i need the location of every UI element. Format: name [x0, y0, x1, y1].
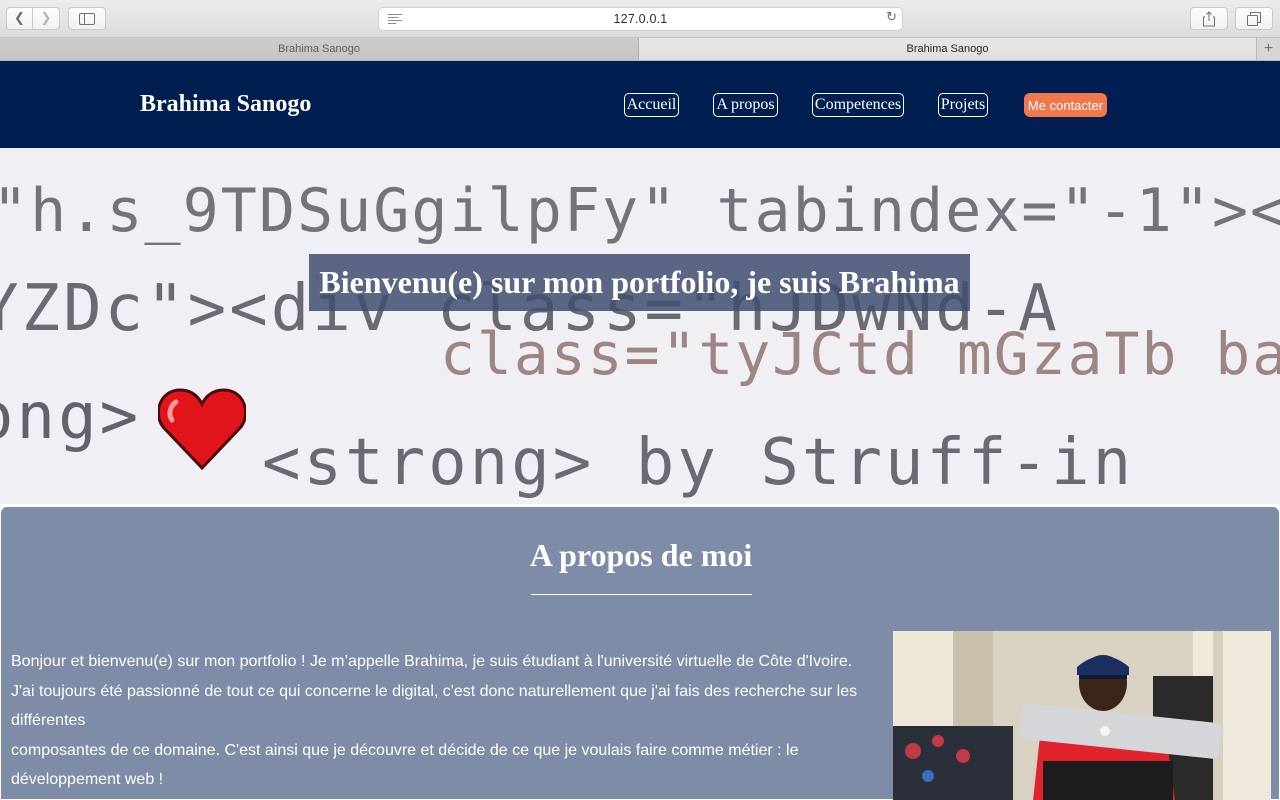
browser-tab[interactable]: Brahima Sanogo [0, 38, 639, 60]
new-tab-button[interactable]: + [1256, 38, 1280, 60]
share-icon [1203, 10, 1215, 26]
about-paragraph: Bonjour et bienvenu(e) sur mon portfolio… [11, 647, 871, 795]
about-text-line: J'ai toujours été passionné de tout ce q… [11, 682, 858, 730]
site-brand[interactable]: Brahima Sanogo [140, 91, 311, 118]
url-text: 127.0.0.1 [613, 12, 668, 26]
sidebar-toggle-button[interactable] [68, 7, 106, 30]
history-buttons: ❮ ❯ [6, 7, 60, 30]
nav-link-accueil[interactable]: Accueil [624, 93, 679, 117]
title-underline [531, 594, 752, 595]
forward-button[interactable]: ❯ [33, 7, 60, 30]
profile-photo [893, 631, 1271, 800]
address-bar[interactable]: 127.0.0.1 ↻ [378, 7, 903, 31]
site-header: Brahima Sanogo Accueil A propos Competen… [0, 61, 1280, 148]
hero-title: Bienvenu(e) sur mon portfolio, je suis B… [319, 264, 960, 300]
nav-link-a-propos[interactable]: A propos [713, 93, 778, 117]
code-background-line: <strong> by Struff-in [262, 426, 1135, 500]
chevron-left-icon: ❮ [14, 11, 25, 26]
code-background-line: "h.s_9TDSuGgilpFy" tabindex="-1"><d [0, 176, 1280, 246]
about-text-line: Bonjour et bienvenu(e) sur mon portfolio… [11, 653, 853, 670]
browser-tab-active[interactable]: Brahima Sanogo [639, 38, 1256, 60]
code-background-line: class="tyJCtd mGzaTb ba [440, 320, 1280, 388]
tab-bar: Brahima Sanogo Brahima Sanogo + [0, 38, 1280, 61]
show-tabs-button[interactable] [1235, 7, 1273, 30]
sidebar-icon [79, 12, 95, 25]
code-background-line: ong> [0, 380, 142, 454]
reader-icon[interactable] [388, 14, 402, 25]
about-section: A propos de moi Bonjour et bienvenu(e) s… [0, 506, 1280, 800]
nav-link-competences[interactable]: Competences [812, 93, 904, 117]
about-text-line: composantes de ce domaine. C'est ainsi q… [11, 741, 799, 789]
share-button[interactable] [1190, 7, 1228, 30]
browser-toolbar: ❮ ❯ 127.0.0.1 ↻ [0, 0, 1280, 38]
heart-icon [158, 388, 246, 470]
hero-section: "h.s_9TDSuGgilpFy" tabindex="-1"><d YZDc… [0, 148, 1280, 504]
nav-link-projets[interactable]: Projets [938, 93, 988, 117]
tabs-overview-icon [1247, 11, 1261, 26]
about-title: A propos de moi [529, 537, 753, 573]
reload-icon[interactable]: ↻ [886, 10, 897, 25]
hero-title-box: Bienvenu(e) sur mon portfolio, je suis B… [309, 254, 970, 311]
plus-icon: + [1263, 40, 1274, 57]
chevron-right-icon: ❯ [40, 11, 52, 26]
back-button[interactable]: ❮ [6, 7, 33, 30]
contact-button[interactable]: Me contacter [1024, 93, 1107, 117]
